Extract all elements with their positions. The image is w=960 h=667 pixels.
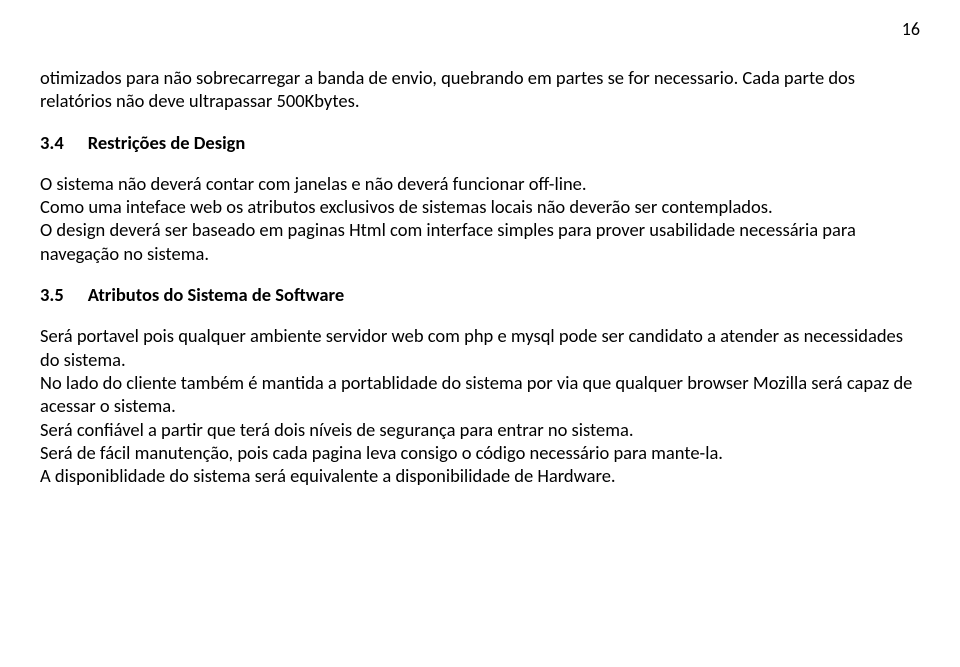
document-page: 16 otimizados para não sobrecarregar a b…	[0, 0, 960, 667]
page-number: 16	[902, 18, 920, 40]
heading-title: Atributos do Sistema de Software	[88, 283, 344, 306]
body-line: No lado do cliente também é mantida a po…	[40, 371, 920, 418]
section-heading-3-5: 3.5 Atributos do Sistema de Software	[40, 283, 920, 306]
heading-title: Restrições de Design	[88, 131, 246, 154]
body-line: Será de fácil manutenção, pois cada pagi…	[40, 441, 920, 464]
body-line: A disponiblidade do sistema será equival…	[40, 464, 920, 487]
heading-number: 3.5	[40, 283, 64, 306]
body-line: Será portavel pois qualquer ambiente ser…	[40, 324, 920, 371]
body-line: Será confiável a partir que terá dois ní…	[40, 418, 920, 441]
body-paragraph: Como uma inteface web os atributos exclu…	[40, 195, 920, 218]
section-heading-3-4: 3.4 Restrições de Design	[40, 131, 920, 154]
page-content: otimizados para não sobrecarregar a band…	[40, 66, 920, 487]
heading-number: 3.4	[40, 131, 64, 154]
body-paragraph: O sistema não deverá contar com janelas …	[40, 172, 920, 195]
body-paragraph: O design deverá ser baseado em paginas H…	[40, 218, 920, 265]
body-paragraph: otimizados para não sobrecarregar a band…	[40, 66, 920, 113]
body-paragraph-block: Será portavel pois qualquer ambiente ser…	[40, 324, 920, 487]
